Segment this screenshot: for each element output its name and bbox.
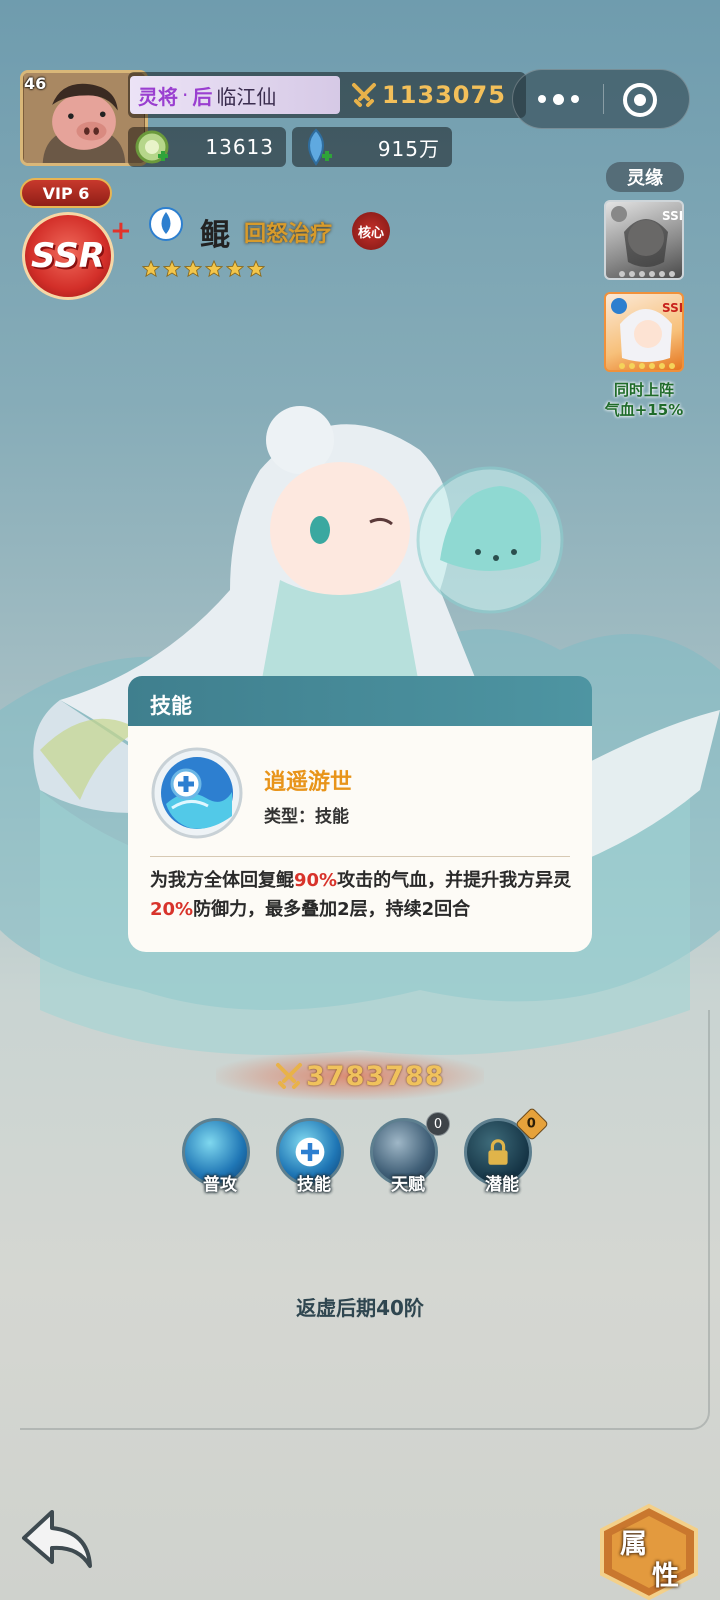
star-icon (226, 260, 244, 278)
heal-wave-skill-icon (151, 747, 243, 839)
skill-name: 逍遥游世 (264, 770, 353, 795)
skill-slot-label: 潜能 (485, 1175, 519, 1195)
hero-power-value: 3783788 (306, 1060, 445, 1092)
crossed-swords-icon (276, 1063, 302, 1089)
resource-spirit-value: 915万 (377, 136, 440, 161)
star-icon (142, 260, 160, 278)
more-dot-icon (537, 95, 546, 103)
popup-divider (150, 856, 570, 857)
skill-desc-highlight2: 20% (150, 899, 194, 920)
more-dot-icon (570, 95, 579, 103)
lock-icon (488, 1139, 508, 1165)
vip-badge: VIP 6 (20, 178, 112, 208)
skill-popup-title: 技能 (150, 694, 192, 718)
rank-separator: · (182, 83, 189, 107)
attributes-label-1: 属 (620, 1529, 647, 1560)
player-power-value: 1133075 (382, 81, 506, 109)
talent-count-badge: 0 (426, 1112, 450, 1136)
skill-desc-part3: 防御力，最多叠加2层，持续2回合 (193, 899, 471, 920)
skill-type: 类型：技能 (264, 807, 349, 827)
rarity-plus: + (110, 216, 132, 246)
skill-description: 为我方全体回复鲲90%攻击的气血，并提升我方异灵 20%防御力，最多叠加2层，持续… (150, 866, 576, 924)
hero-name: 鲲 (200, 218, 230, 253)
capsule-divider (603, 84, 604, 114)
hero-role: 回怒治疗 (244, 222, 333, 247)
player-name: 临江仙 (216, 84, 277, 109)
hero-power: 3783788 (274, 1058, 445, 1094)
bond-hero-portrait-icon: SSR (611, 298, 684, 369)
rarity-badge: SSR (22, 212, 114, 300)
spirit-leaf-plus-icon[interactable] (296, 126, 338, 168)
star-icon (205, 260, 223, 278)
core-tag: 核心 (352, 212, 390, 250)
skill-slot-label: 技能 (297, 1175, 331, 1195)
player-title-badge: 灵将 · 后 临江仙 (130, 76, 340, 114)
rank-title: 灵将 (138, 84, 178, 109)
skill-slot-basic-attack[interactable]: 普攻 (182, 1118, 258, 1195)
skill-desc-part2: 攻击的气血，并提升我方异灵 (337, 870, 572, 891)
skill-slot-potential[interactable]: 0 潜能 (464, 1107, 549, 1195)
potential-count: 0 (527, 1116, 537, 1132)
bond-card1-rarity: SSR (662, 209, 684, 223)
star-icon (163, 260, 181, 278)
skill-slot-skill[interactable]: 技能 (276, 1118, 352, 1195)
player-level: 46 (24, 74, 47, 93)
skill-slot-label: 天赋 (391, 1175, 425, 1195)
star-icon (184, 260, 202, 278)
water-element-icon (149, 207, 183, 241)
attributes-button[interactable] (596, 1502, 702, 1600)
bond-label[interactable]: 灵缘 (606, 162, 684, 192)
attributes-label-2: 性 (652, 1561, 679, 1592)
rank-sub: 后 (192, 84, 213, 109)
bond-card-1[interactable]: SSR (604, 200, 684, 280)
back-arrow-icon[interactable] (18, 1504, 96, 1574)
bond-card-2[interactable]: SSR (604, 292, 684, 372)
close-target-icon[interactable] (622, 82, 658, 118)
plus-icon (295, 1137, 325, 1167)
jade-plus-icon[interactable] (132, 126, 174, 168)
bond-card2-rarity: SSR (662, 301, 684, 315)
star-rating (142, 260, 265, 278)
skill-slot-label: 普攻 (203, 1175, 237, 1195)
crossed-swords-icon (352, 83, 376, 107)
more-button[interactable] (516, 72, 600, 126)
skill-desc-part1: 为我方全体回复鲲 (150, 870, 294, 891)
player-power: 1133075 (350, 80, 506, 110)
more-dot-icon (552, 93, 564, 105)
resource-jade-value: 13613 (205, 135, 274, 159)
realm-stage: 返虚后期40阶 (296, 1296, 424, 1320)
bond-hero-portrait-icon: SSR (611, 206, 684, 277)
skill-slot-talent[interactable]: 0 天赋 (370, 1112, 450, 1195)
skill-popup-header (128, 676, 592, 730)
skill-desc-highlight1: 90% (294, 870, 338, 891)
star-icon (247, 260, 265, 278)
